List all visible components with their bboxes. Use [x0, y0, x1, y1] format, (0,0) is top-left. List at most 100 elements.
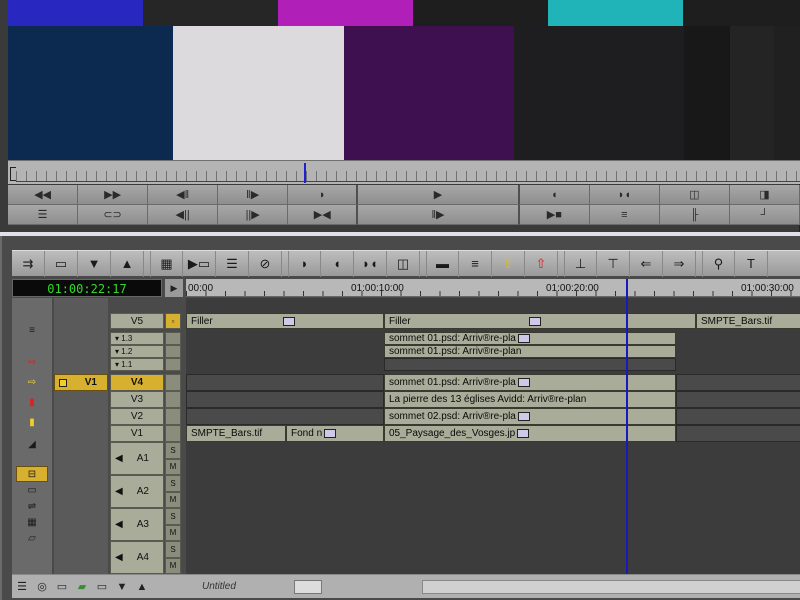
mark-in-button[interactable]: ◖	[519, 185, 590, 205]
track-header-v2[interactable]: V2	[110, 408, 164, 425]
split-button[interactable]: ◫	[659, 185, 730, 205]
track-header-1-1[interactable]: ▾ 1.1	[110, 358, 164, 371]
track-header-v1[interactable]: V1	[110, 425, 164, 442]
tool-list-button[interactable]: ☰	[216, 250, 249, 277]
clip-v1-fond[interactable]: Fond n	[286, 425, 384, 442]
clip-v5-filler-1[interactable]: Filler	[186, 313, 384, 329]
clip-v3-empty-2[interactable]	[676, 391, 800, 408]
lift-button[interactable]: ╟	[659, 205, 730, 225]
clip-1-3[interactable]: sommet 01.psd: Arriv®re-pla	[384, 332, 676, 345]
step-forward-button[interactable]: ‖▶	[218, 185, 289, 205]
tool-down-button[interactable]: ▼	[78, 250, 111, 277]
track-lock-v1[interactable]	[165, 425, 181, 442]
tool-title-button[interactable]: T	[735, 250, 768, 277]
slow-back-button[interactable]: ◀||	[148, 205, 219, 225]
clip-v1-empty[interactable]	[676, 425, 800, 442]
track-lock-v4[interactable]	[165, 374, 181, 391]
fast-menu-button[interactable]: ☰	[12, 577, 32, 597]
go-to-mark-button[interactable]: ▶◀	[288, 205, 359, 225]
position-indicator[interactable]	[304, 163, 306, 183]
tool-trim-left-button[interactable]: ⊥	[564, 250, 597, 277]
clip-1-2[interactable]: sommet 01.psd: Arriv®re-plan	[384, 345, 676, 358]
tool-arrow-left-button[interactable]: ⇐	[630, 250, 663, 277]
timecode-menu-button[interactable]: ▶	[165, 279, 183, 297]
tool-cancel-button[interactable]: ⊘	[249, 250, 282, 277]
track-lock-v5[interactable]: ▫	[165, 313, 181, 329]
overwrite-button[interactable]: ≡	[589, 205, 660, 225]
extract-button[interactable]: ┘	[729, 205, 800, 225]
tool-grid-button[interactable]: ▦	[150, 250, 183, 277]
track-header-1-2[interactable]: ▾ 1.2	[110, 345, 164, 358]
timeline-scrollbar[interactable]	[422, 579, 800, 594]
track-header-v4[interactable]: V4	[110, 374, 164, 391]
solo-button-a4[interactable]: S	[165, 541, 181, 558]
mark-end-button[interactable]: ◨	[729, 185, 800, 205]
mark-clip-button[interactable]: ◗◖	[589, 185, 660, 205]
clip-v4-empty[interactable]	[186, 374, 384, 391]
fast-forward-button[interactable]: ▶▶	[78, 185, 149, 205]
solo-button-a1[interactable]: S	[165, 442, 181, 459]
tool-mark-clip-button[interactable]: ◗◖	[354, 250, 387, 277]
tool-monitor-button[interactable]: ▭	[45, 250, 78, 277]
tool-up-button[interactable]: ▲	[111, 250, 144, 277]
rewind-button[interactable]: ◀◀	[8, 185, 79, 205]
scroll-down-button[interactable]: ▼	[112, 577, 132, 597]
track-header-a2[interactable]: ◀ A2	[110, 475, 164, 508]
tool-mark-in-button[interactable]: ◖	[321, 250, 354, 277]
track-header-v5[interactable]: V5	[110, 313, 164, 329]
play-button[interactable]: ▶	[358, 185, 520, 205]
playhead[interactable]	[626, 279, 628, 574]
tool-frame-button[interactable]: ▶▭	[183, 250, 216, 277]
clip-v1-smpte[interactable]: SMPTE_Bars.tif	[186, 425, 286, 442]
play-in-out-button[interactable]: ‖▶	[358, 205, 520, 225]
solo-button-a2[interactable]: S	[165, 475, 181, 492]
track-lock-1-1[interactable]	[165, 358, 181, 371]
tool-mark-out-button[interactable]: ◗	[288, 250, 321, 277]
track-lock-1-3[interactable]	[165, 332, 181, 345]
mute-button-a2[interactable]: M	[165, 491, 181, 508]
clip-v4[interactable]: sommet 01.psd: Arriv®re-pla	[384, 374, 676, 391]
timecode-display[interactable]: 01:00:22:17	[12, 279, 162, 297]
clip-v2[interactable]: sommet 02.psd: Arriv®re-pla	[384, 408, 676, 425]
tool-split-button[interactable]: ◫	[387, 250, 420, 277]
tool-lift-button[interactable]: ⇧	[492, 250, 525, 277]
clip-v4-empty-2[interactable]	[676, 374, 800, 391]
track-header-1-3[interactable]: ▾ 1.3	[110, 332, 164, 345]
position-bar[interactable]	[8, 160, 800, 184]
source-track-v1[interactable]: V1	[54, 374, 108, 391]
step-back-button[interactable]: ◀‖	[148, 185, 219, 205]
loop-button[interactable]: ⊂⊃	[78, 205, 149, 225]
tool-audio-button[interactable]: ⚲	[702, 250, 735, 277]
tool-lines-button[interactable]: ≡	[459, 250, 492, 277]
tool-trim-right-button[interactable]: ⊤	[597, 250, 630, 277]
clip-v2-empty-2[interactable]	[676, 408, 800, 425]
zoom-slider[interactable]	[294, 579, 322, 594]
track-lock-v2[interactable]	[165, 408, 181, 425]
clip-v5-filler-2[interactable]: Filler	[384, 313, 696, 329]
tool-segment-button[interactable]: ▬	[426, 250, 459, 277]
slow-forward-button[interactable]: ||▶	[218, 205, 289, 225]
clip-v3-empty[interactable]	[186, 391, 384, 408]
clip-v2-empty[interactable]	[186, 408, 384, 425]
tool-extract-button[interactable]: ⇧	[525, 250, 558, 277]
clip-v3[interactable]: La pierre des 13 églises Avidd: Arriv®re…	[384, 391, 676, 408]
track-lock-v3[interactable]	[165, 391, 181, 408]
track-header-a4[interactable]: ◀ A4	[110, 541, 164, 574]
mute-button-a1[interactable]: M	[165, 458, 181, 475]
clip-v5-smpte[interactable]: SMPTE_Bars.tif	[696, 313, 800, 329]
tool-settings-button[interactable]: ⇉	[12, 250, 45, 277]
color-button[interactable]: ▰	[72, 577, 92, 597]
clip-v1-paysage[interactable]: 05_Paysage_des_Vosges.jp	[384, 425, 676, 442]
track-header-a1[interactable]: ◀ A1	[110, 442, 164, 475]
scroll-up-button[interactable]: ▲	[132, 577, 152, 597]
clip-menu-button[interactable]: ☰	[8, 205, 79, 225]
mark-out-button[interactable]: ◗	[288, 185, 359, 205]
mute-button-a3[interactable]: M	[165, 524, 181, 541]
solo-button-a3[interactable]: S	[165, 508, 181, 525]
mute-button-a4[interactable]: M	[165, 557, 181, 574]
record-button[interactable]: ◎	[32, 577, 52, 597]
track-lock-1-2[interactable]	[165, 345, 181, 358]
clip-1-1[interactable]	[384, 358, 676, 371]
track-header-v3[interactable]: V3	[110, 391, 164, 408]
tool-arrow-right-button[interactable]: ⇒	[663, 250, 696, 277]
